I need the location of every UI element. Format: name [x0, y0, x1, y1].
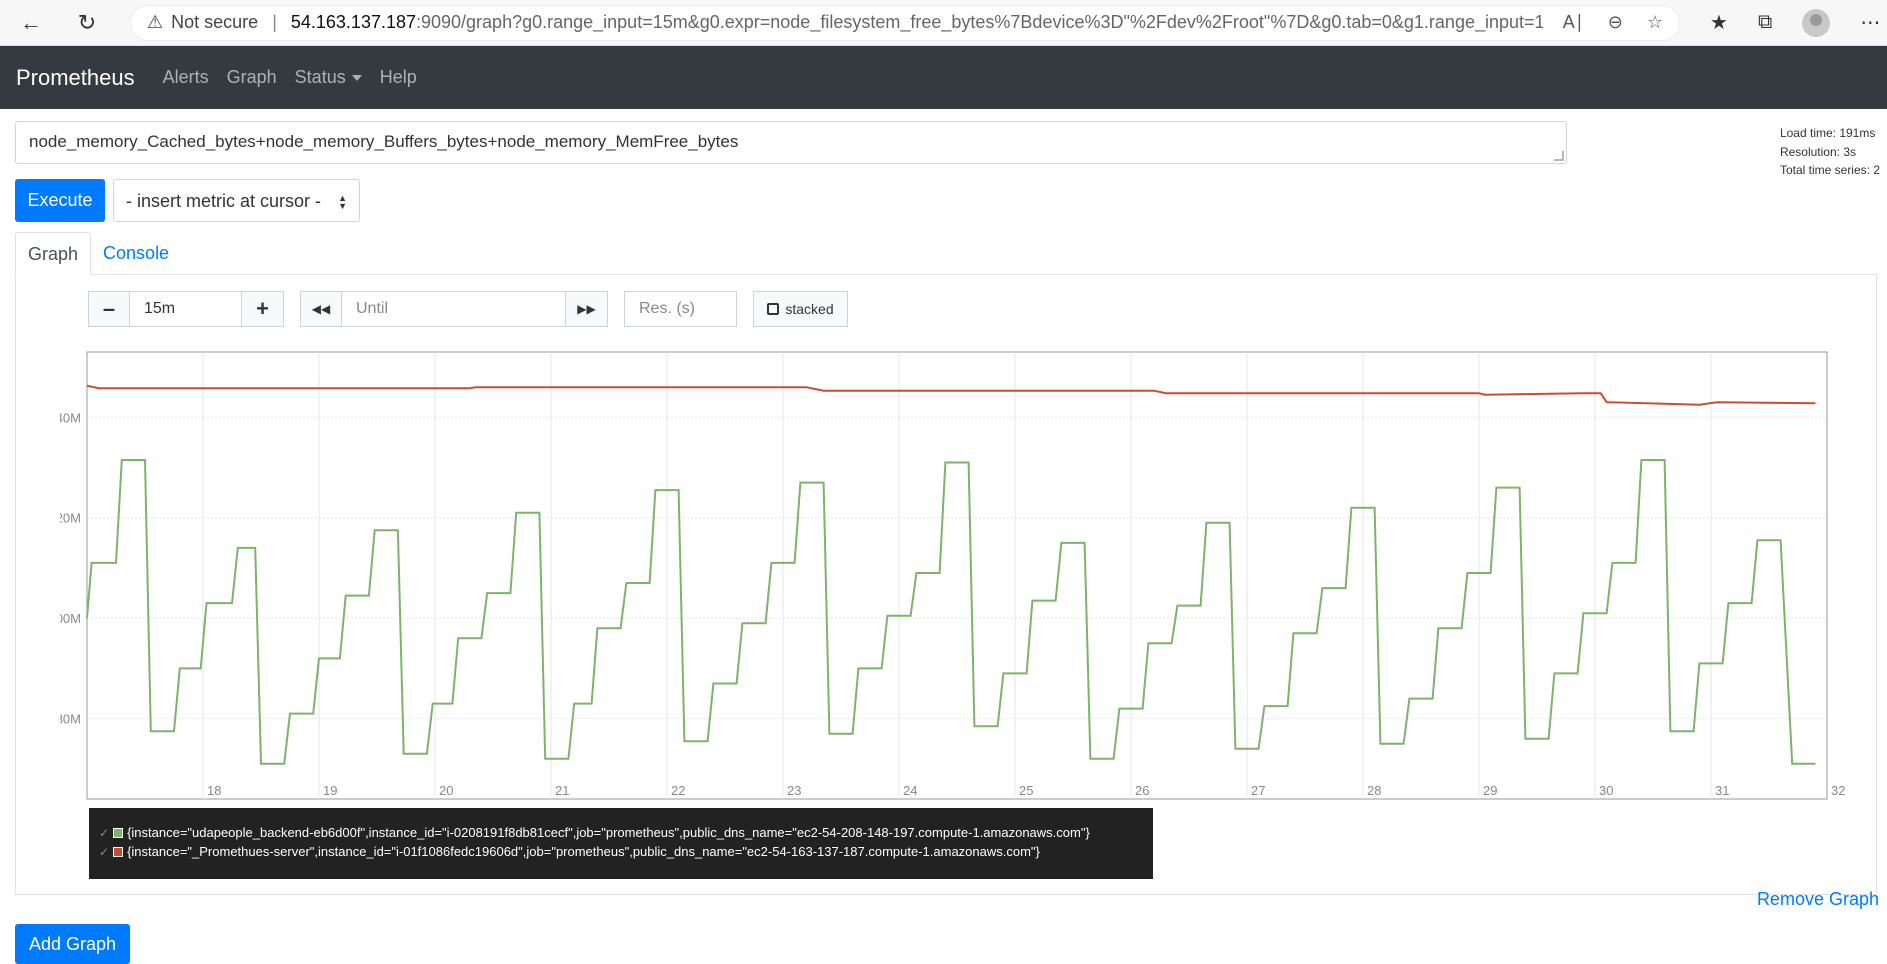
url-text: 54.163.137.187:9090/graph?g0.range_input… [290, 12, 1543, 32]
favorites-icon[interactable]: ★ [1710, 10, 1728, 35]
time-forward-button[interactable]: ▶▶ [566, 291, 608, 327]
legend-item-backend[interactable]: ✓ {instance="udapeople_backend-eb6d00f",… [99, 823, 1153, 842]
x-tick-label: 28 [1367, 783, 1381, 798]
query-stats: Load time: 191ms Resolution: 3s Total ti… [1780, 124, 1880, 180]
x-tick-label: 29 [1483, 783, 1497, 798]
prometheus-navbar: Prometheus Alerts Graph Status Help [0, 46, 1887, 109]
x-tick-label: 22 [671, 783, 685, 798]
range-decrease-button[interactable]: – [88, 291, 130, 327]
chart-legend: ✓ {instance="udapeople_backend-eb6d00f",… [89, 808, 1153, 879]
nav-help[interactable]: Help [380, 67, 417, 88]
nav-status[interactable]: Status [295, 67, 362, 88]
range-increase-button[interactable]: + [242, 291, 284, 327]
x-tick-label: 23 [787, 783, 801, 798]
expression-input[interactable]: node_memory_Cached_bytes+node_memory_Buf… [15, 121, 1567, 164]
execute-button[interactable]: Execute [15, 179, 105, 222]
insert-metric-select[interactable]: - insert metric at cursor - ▲ ▼ [113, 179, 360, 222]
refresh-icon[interactable]: ↻ [69, 5, 105, 41]
x-tick-label: 24 [903, 783, 917, 798]
x-tick-label: 20 [439, 783, 453, 798]
resolution-input[interactable]: Res. (s) [624, 291, 737, 327]
x-tick-label: 18 [207, 783, 221, 798]
y-tick-label: 700M [60, 611, 81, 626]
until-input[interactable]: Until [342, 291, 566, 327]
legend-swatch-red [113, 846, 124, 857]
address-divider: | [272, 12, 277, 32]
checkbox-icon [767, 303, 780, 315]
more-options-icon[interactable]: ⋯ [1860, 10, 1880, 35]
y-tick-label: 720M [60, 511, 81, 526]
load-time: Load time: 191ms [1779, 126, 1876, 140]
x-tick-label: 25 [1019, 783, 1033, 798]
nav-alerts[interactable]: Alerts [163, 67, 209, 88]
x-tick-label: 27 [1251, 783, 1265, 798]
x-tick-label: 26 [1135, 783, 1149, 798]
security-label: Not secure [171, 12, 259, 32]
y-tick-label: 680M [60, 712, 81, 727]
add-graph-button[interactable]: Add Graph [15, 924, 130, 964]
brand-logo[interactable]: Prometheus [16, 65, 135, 91]
x-tick-label: 19 [323, 783, 337, 798]
address-bar[interactable]: ⚠ Not secure | 54.163.137.187:9090/graph… [130, 4, 1680, 41]
resize-handle-icon[interactable] [1554, 151, 1564, 161]
x-tick-label: 32 [1831, 783, 1845, 798]
nav-graph[interactable]: Graph [227, 67, 277, 88]
range-input[interactable]: 15m [130, 291, 242, 327]
stacked-toggle[interactable]: stacked [753, 291, 848, 327]
tab-graph[interactable]: Graph [15, 232, 92, 275]
select-arrows-icon: ▲ ▼ [338, 193, 347, 211]
zoom-out-icon[interactable]: ⊖ [1608, 12, 1623, 33]
memory-chart: 18 19 20 21 22 23 24 25 26 27 28 29 30 31 32 680M 700M 72… [60, 351, 1845, 800]
tab-console[interactable]: Console [91, 232, 181, 275]
browser-toolbar: ← ↻ ⚠ Not secure | 54.163.137.187:9090/g… [0, 0, 1887, 46]
resolution: Resolution: 3s [1779, 144, 1856, 159]
warning-icon: ⚠ [147, 12, 164, 32]
x-tick-label: 30 [1599, 783, 1613, 798]
plot-area [86, 351, 1828, 800]
x-tick-label: 21 [555, 783, 569, 798]
remove-graph-link[interactable]: Remove Graph [1757, 889, 1879, 910]
legend-swatch-green [113, 827, 124, 838]
y-tick-label: 740M [60, 410, 81, 425]
panel-tabs: Graph Console [15, 232, 181, 275]
profile-avatar-icon[interactable] [1802, 8, 1831, 37]
checkmark-icon: ✓ [99, 844, 110, 859]
favorite-add-icon[interactable]: ☆ [1647, 12, 1663, 33]
time-back-button[interactable]: ◀◀ [300, 291, 342, 327]
collections-icon[interactable]: ⧉ [1758, 11, 1772, 34]
total-series: Total time series: 2 [1779, 163, 1880, 177]
read-aloud-icon[interactable]: A∣ [1563, 12, 1584, 33]
legend-item-server[interactable]: ✓ {instance="_Promethues-server",instanc… [99, 842, 1153, 861]
back-arrow-icon[interactable]: ← [13, 5, 49, 41]
graph-controls: – 15m + ◀◀ Until ▶▶ Res. (s) stacked [88, 291, 848, 327]
x-tick-label: 31 [1715, 783, 1729, 798]
checkmark-icon: ✓ [99, 825, 110, 840]
caret-down-icon [351, 75, 362, 82]
